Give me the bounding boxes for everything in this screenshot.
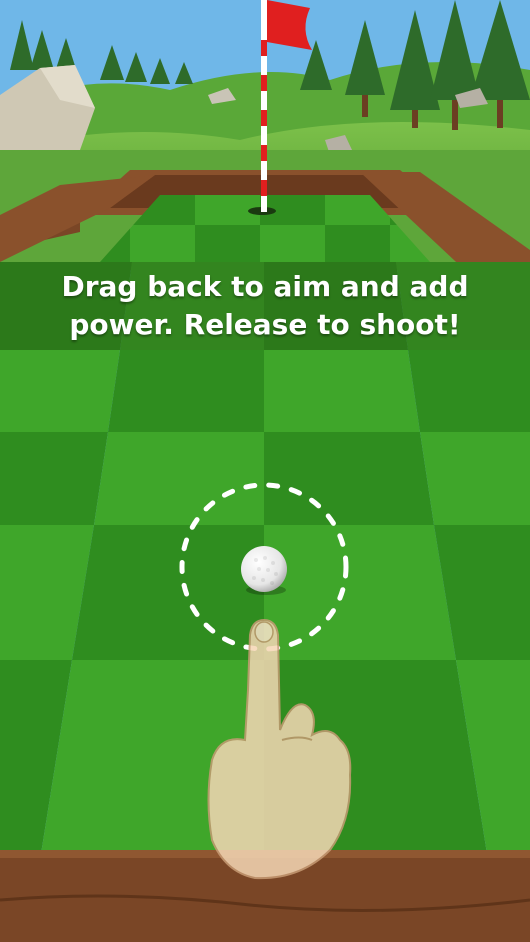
tutorial-banner: Drag back to aim and add power. Release … bbox=[0, 262, 530, 350]
game-scene[interactable] bbox=[0, 0, 530, 942]
tutorial-text: Drag back to aim and add power. Release … bbox=[61, 270, 469, 341]
